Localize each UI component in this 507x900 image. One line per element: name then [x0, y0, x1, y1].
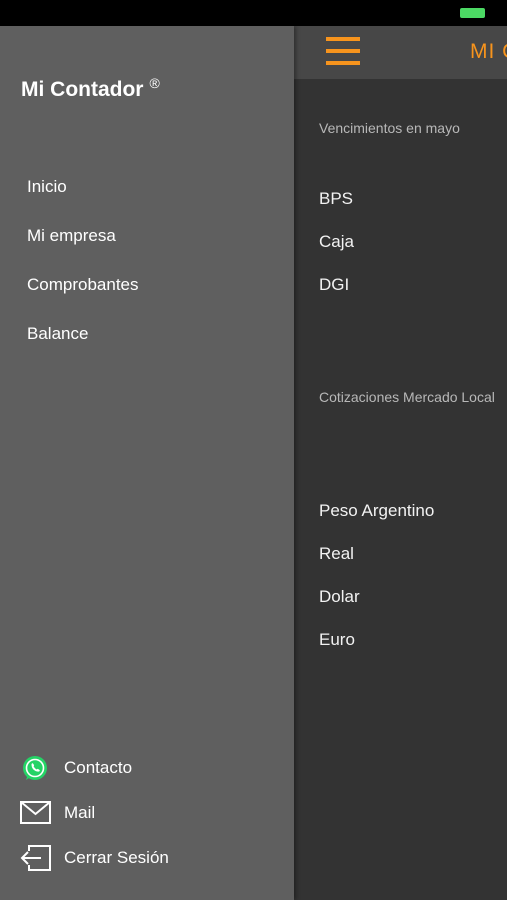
- drawer-app-title: Mi Contador ®: [21, 75, 160, 102]
- cotizacion-item-euro[interactable]: Euro: [319, 630, 355, 650]
- mail-button[interactable]: Mail: [19, 797, 279, 829]
- menu-item-balance[interactable]: Balance: [27, 324, 88, 344]
- menu-item-inicio[interactable]: Inicio: [27, 177, 67, 197]
- app-screen: MI CONTADOR Vencimientos en mayo BPS Caj…: [0, 0, 507, 900]
- vencimiento-item-bps[interactable]: BPS: [319, 189, 353, 209]
- logout-button[interactable]: Cerrar Sesión: [19, 842, 279, 874]
- header-title: MI CONTADOR: [470, 40, 507, 63]
- whatsapp-icon: [23, 756, 47, 780]
- battery-icon: [460, 8, 485, 18]
- menu-item-mi-empresa[interactable]: Mi empresa: [27, 226, 116, 246]
- cotizaciones-label: Cotizaciones Mercado Local: [319, 389, 495, 405]
- hamburger-menu-icon[interactable]: [326, 37, 360, 67]
- main-content: MI CONTADOR Vencimientos en mayo BPS Caj…: [294, 26, 507, 900]
- vencimientos-label: Vencimientos en mayo: [319, 120, 460, 136]
- logout-label: Cerrar Sesión: [64, 848, 169, 867]
- app-name: Mi Contador: [21, 78, 144, 101]
- mail-icon: [20, 801, 51, 824]
- cotizacion-item-dolar[interactable]: Dolar: [319, 587, 360, 607]
- mail-label: Mail: [64, 803, 96, 822]
- vencimiento-item-dgi[interactable]: DGI: [319, 275, 349, 295]
- contact-label: Contacto: [64, 758, 133, 777]
- contact-button[interactable]: Contacto: [19, 752, 279, 784]
- cotizacion-item-peso-argentino[interactable]: Peso Argentino: [319, 501, 434, 521]
- vencimiento-item-caja[interactable]: Caja: [319, 232, 354, 252]
- trademark-symbol: ®: [149, 75, 160, 91]
- side-drawer: Mi Contador ® Inicio Mi empresa Comproban…: [0, 26, 294, 900]
- logout-icon: [20, 845, 51, 871]
- status-bar: [0, 0, 507, 26]
- menu-item-comprobantes[interactable]: Comprobantes: [27, 275, 139, 295]
- cotizacion-item-real[interactable]: Real: [319, 544, 354, 564]
- main-header: MI CONTADOR: [294, 26, 507, 79]
